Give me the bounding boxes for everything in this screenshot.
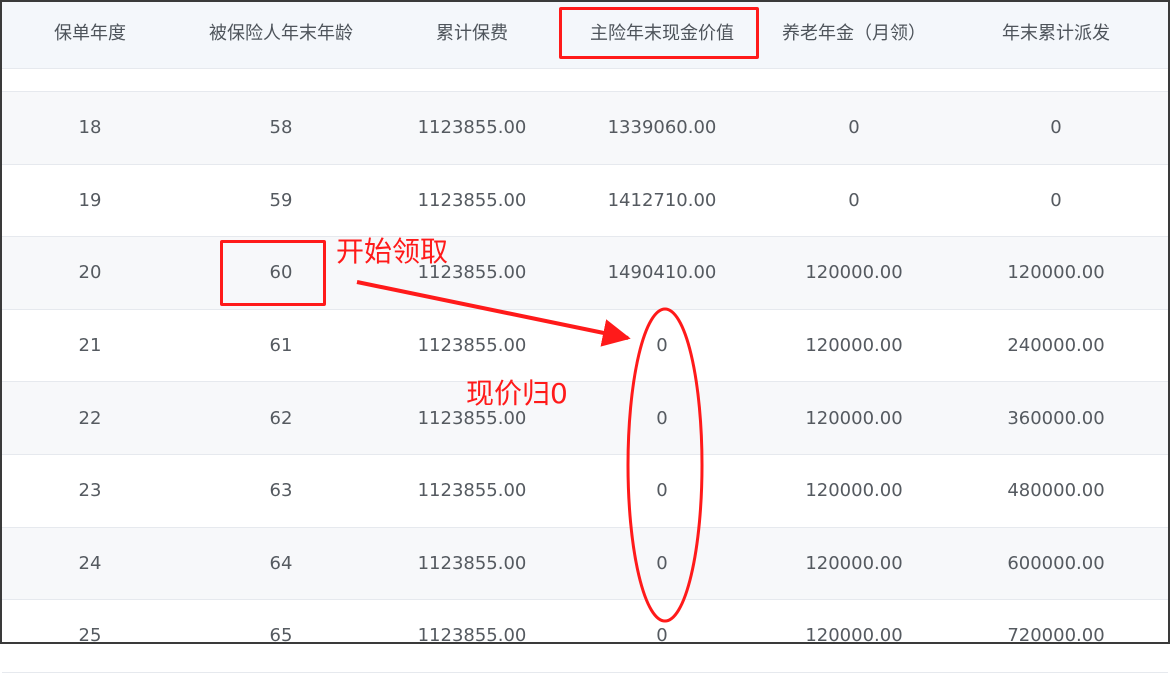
cell-policy-year: 18 xyxy=(78,117,102,139)
table-header: 保单年度 被保险人年末年龄 累计保费 主险年末现金价值 养老年金（月领） 年末累… xyxy=(2,2,1168,69)
cell-policy-year: 25 xyxy=(78,625,102,647)
cell-policy-year: 19 xyxy=(78,189,102,211)
cell-insured-age: 58 xyxy=(269,117,293,139)
cell-policy-year: 24 xyxy=(78,552,102,574)
table-row: 20 60 1123855.00 1490410.00 120000.00 120000.… xyxy=(2,237,1168,310)
table-row: 22 62 1123855.00 0 120000.00 360000.00 xyxy=(2,382,1168,455)
table-row: 21 61 1123855.00 0 120000.00 240000.00 xyxy=(2,309,1168,383)
cell-cumulative-payout: 0 xyxy=(1050,189,1062,211)
cell-cash-value: 0 xyxy=(656,625,668,647)
cell-insured-age: 61 xyxy=(269,335,293,357)
cell-annuity-monthly: 0 xyxy=(848,117,860,139)
table-row: 19 59 1123855.00 1412710.00 0 0 xyxy=(2,164,1168,238)
cell-total-premium: 1123855.00 xyxy=(417,117,527,139)
cell-annuity-monthly: 120000.00 xyxy=(805,625,903,647)
cell-annuity-monthly: 120000.00 xyxy=(805,262,903,284)
cell-total-premium: 1123855.00 xyxy=(417,552,527,574)
column-header-policy-year: 保单年度 xyxy=(54,23,126,44)
column-header-annuity-monthly: 养老年金（月领） xyxy=(782,23,926,44)
column-header-cumulative-payout: 年末累计派发 xyxy=(1002,23,1110,44)
cell-total-premium: 1123855.00 xyxy=(417,189,527,211)
table-row: 24 64 1123855.00 0 120000.00 600000.00 xyxy=(2,527,1168,601)
cell-policy-year: 22 xyxy=(78,407,102,429)
cell-cash-value: 1490410.00 xyxy=(607,262,717,284)
column-header-insured-age: 被保险人年末年龄 xyxy=(209,23,353,44)
cell-cash-value: 0 xyxy=(656,552,668,574)
cell-insured-age: 63 xyxy=(269,480,293,502)
cell-cumulative-payout: 0 xyxy=(1050,117,1062,139)
column-header-total-premium: 累计保费 xyxy=(436,23,508,44)
cell-total-premium: 1123855.00 xyxy=(417,335,527,357)
table-row: 18 58 1123855.00 1339060.00 0 0 xyxy=(2,92,1168,165)
cell-annuity-monthly: 120000.00 xyxy=(805,552,903,574)
cell-policy-year: 20 xyxy=(78,262,102,284)
cash-value-zero-label: 现价归0 xyxy=(466,377,568,410)
cell-cash-value: 0 xyxy=(656,407,668,429)
cell-annuity-monthly: 120000.00 xyxy=(805,480,903,502)
table-row: 25 65 1123855.00 0 120000.00 720000.00 xyxy=(2,600,1168,673)
cell-total-premium: 1123855.00 xyxy=(417,480,527,502)
cell-cumulative-payout: 360000.00 xyxy=(1007,407,1105,429)
cell-cash-value: 1339060.00 xyxy=(607,117,717,139)
cell-policy-year: 23 xyxy=(78,480,102,502)
cell-insured-age: 65 xyxy=(269,625,293,647)
cell-cumulative-payout: 720000.00 xyxy=(1007,625,1105,647)
start-collecting-label: 开始领取 xyxy=(336,235,449,268)
cell-insured-age: 59 xyxy=(269,189,293,211)
cell-insured-age: 64 xyxy=(269,552,293,574)
cell-cash-value: 1412710.00 xyxy=(607,189,717,211)
cell-cash-value: 0 xyxy=(656,335,668,357)
cell-cumulative-payout: 600000.00 xyxy=(1007,552,1105,574)
column-header-cash-value: 主险年末现金价值 xyxy=(590,23,734,44)
cell-annuity-monthly: 120000.00 xyxy=(805,407,903,429)
cell-cumulative-payout: 240000.00 xyxy=(1007,335,1105,357)
cell-cumulative-payout: 480000.00 xyxy=(1007,480,1105,502)
cell-cash-value: 0 xyxy=(656,480,668,502)
cell-cumulative-payout: 120000.00 xyxy=(1007,262,1105,284)
cell-policy-year: 21 xyxy=(78,335,102,357)
cell-annuity-monthly: 0 xyxy=(848,189,860,211)
table-spacer xyxy=(2,69,1168,92)
cell-insured-age: 62 xyxy=(269,407,293,429)
cell-total-premium: 1123855.00 xyxy=(417,625,527,647)
cell-annuity-monthly: 120000.00 xyxy=(805,335,903,357)
table-row: 23 63 1123855.00 0 120000.00 480000.00 xyxy=(2,455,1168,528)
